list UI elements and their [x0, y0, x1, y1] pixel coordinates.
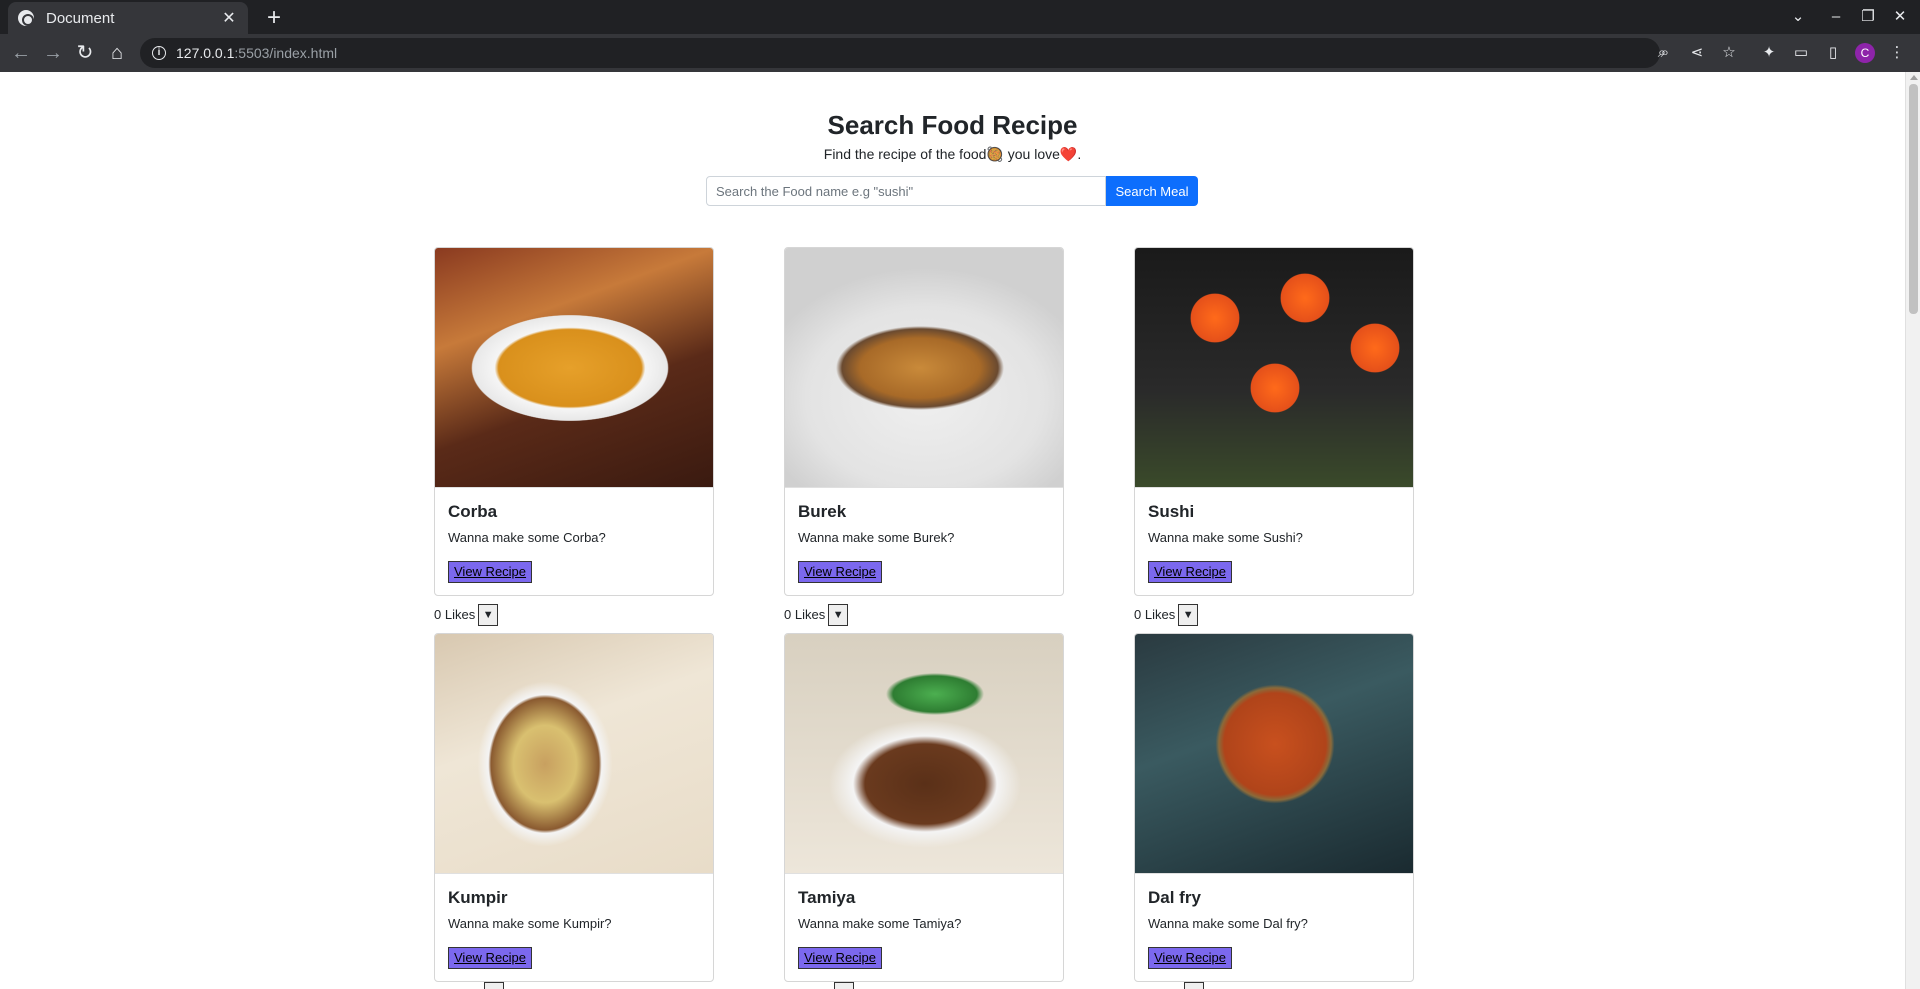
site-info-icon[interactable]: i: [152, 46, 166, 60]
share-icon[interactable]: ⋖: [1683, 39, 1711, 67]
url-path: :5503/index.html: [234, 45, 338, 61]
meal-name: Corba: [448, 502, 498, 521]
meal-card: Dal fry Wanna make some Dal fry? View Re…: [1134, 633, 1414, 982]
likes-counter: 0 Likes ▼: [434, 604, 499, 626]
meal-description: Wanna make some Sushi?: [1148, 530, 1303, 545]
page-viewport: Search Food Recipe Find the recipe of th…: [0, 72, 1905, 989]
url-host: 127.0.0.1: [176, 45, 235, 61]
view-recipe-button[interactable]: View Recipe: [448, 947, 533, 969]
meal-image: [435, 248, 713, 488]
bookmark-star-icon[interactable]: ☆: [1715, 39, 1743, 67]
profile-avatar[interactable]: C: [1855, 43, 1875, 63]
meal-description: Wanna make some Dal fry?: [1148, 916, 1308, 931]
scrollbar-thumb[interactable]: [1909, 84, 1918, 314]
likes-count: 0 Likes: [784, 607, 826, 622]
like-toggle-icon[interactable]: [1184, 982, 1204, 989]
like-toggle-icon[interactable]: ▼: [478, 604, 499, 626]
meal-image: [785, 634, 1063, 874]
back-arrow-icon[interactable]: ←: [7, 39, 35, 67]
meal-card: Tamiya Wanna make some Tamiya? View Reci…: [784, 633, 1064, 982]
like-toggle-icon[interactable]: [834, 982, 854, 989]
meal-image: [435, 634, 713, 874]
cast-icon[interactable]: ▭: [1787, 39, 1815, 67]
likes-counter: 0 Likes ▼: [1134, 604, 1199, 626]
meal-image: [785, 248, 1063, 488]
scroll-up-arrow-icon[interactable]: [1910, 75, 1918, 80]
likes-count: 0 Likes: [434, 607, 476, 622]
browser-tab-bar: Document ✕ + ⌄ – ❐ ✕: [0, 0, 1920, 34]
page-subtitle: Find the recipe of the food🥘 you love❤️.: [823, 146, 1082, 162]
browser-tab[interactable]: Document ✕: [8, 2, 248, 34]
meal-description: Wanna make some Burek?: [798, 530, 955, 545]
view-recipe-button[interactable]: View Recipe: [448, 561, 533, 583]
view-recipe-button[interactable]: View Recipe: [1148, 947, 1233, 969]
browser-toolbar: ← → ↻ ⌂ i 127.0.0.1:5503/index.html ⌕ ⌕ …: [0, 34, 1920, 72]
meal-image: [1135, 248, 1413, 488]
minimize-button[interactable]: –: [1820, 0, 1852, 34]
meal-description: Wanna make some Corba?: [448, 530, 606, 545]
likes-count: 0 Likes: [1134, 607, 1176, 622]
menu-dots-icon[interactable]: ⋮: [1883, 39, 1911, 67]
view-recipe-button[interactable]: View Recipe: [798, 947, 883, 969]
meal-name: Sushi: [1148, 502, 1195, 521]
zoom-magnifier-icon[interactable]: ⌕: [1651, 39, 1679, 67]
meal-card: Burek Wanna make some Burek? View Recipe: [784, 247, 1064, 596]
meal-name: Dal fry: [1148, 888, 1201, 907]
page-title: Search Food Recipe: [827, 110, 1078, 140]
like-toggle-icon[interactable]: ▼: [1178, 604, 1199, 626]
meal-card: Kumpir Wanna make some Kumpir? View Reci…: [434, 633, 714, 982]
home-icon[interactable]: ⌂: [103, 39, 131, 67]
likes-counter: [1134, 982, 1204, 989]
search-meal-button[interactable]: Search Meal: [1106, 176, 1198, 206]
likes-counter: [784, 982, 854, 989]
restore-button[interactable]: ❐: [1852, 0, 1884, 34]
likes-counter: [434, 982, 504, 989]
globe-icon: [18, 10, 34, 26]
meal-card: Sushi Wanna make some Sushi? View Recipe: [1134, 247, 1414, 596]
close-tab-icon[interactable]: ✕: [220, 8, 238, 28]
side-panel-icon[interactable]: ▯: [1819, 39, 1847, 67]
view-recipe-button[interactable]: View Recipe: [798, 561, 883, 583]
search-form: Search Meal: [706, 176, 1198, 206]
search-input[interactable]: [706, 176, 1106, 206]
meal-name: Kumpir: [448, 888, 508, 907]
like-toggle-icon[interactable]: [484, 982, 504, 989]
view-recipe-button[interactable]: View Recipe: [1148, 561, 1233, 583]
new-tab-button[interactable]: +: [260, 4, 288, 32]
meal-description: Wanna make some Kumpir?: [448, 916, 612, 931]
meal-description: Wanna make some Tamiya?: [798, 916, 962, 931]
extensions-puzzle-icon[interactable]: ✦: [1755, 39, 1783, 67]
reload-icon[interactable]: ↻: [71, 39, 99, 67]
address-bar[interactable]: i 127.0.0.1:5503/index.html ⌕: [140, 38, 1666, 68]
like-toggle-icon[interactable]: ▼: [828, 604, 849, 626]
meal-name: Burek: [798, 502, 847, 521]
forward-arrow-icon[interactable]: →: [39, 39, 67, 67]
close-window-button[interactable]: ✕: [1884, 0, 1916, 34]
likes-counter: 0 Likes ▼: [784, 604, 849, 626]
page-scrollbar[interactable]: [1905, 72, 1920, 989]
meal-image: [1135, 634, 1413, 874]
tab-title: Document: [46, 9, 115, 27]
meal-card: Corba Wanna make some Corba? View Recipe: [434, 247, 714, 596]
meal-name: Tamiya: [798, 888, 856, 907]
tab-search-chevron-icon[interactable]: ⌄: [1782, 0, 1814, 34]
